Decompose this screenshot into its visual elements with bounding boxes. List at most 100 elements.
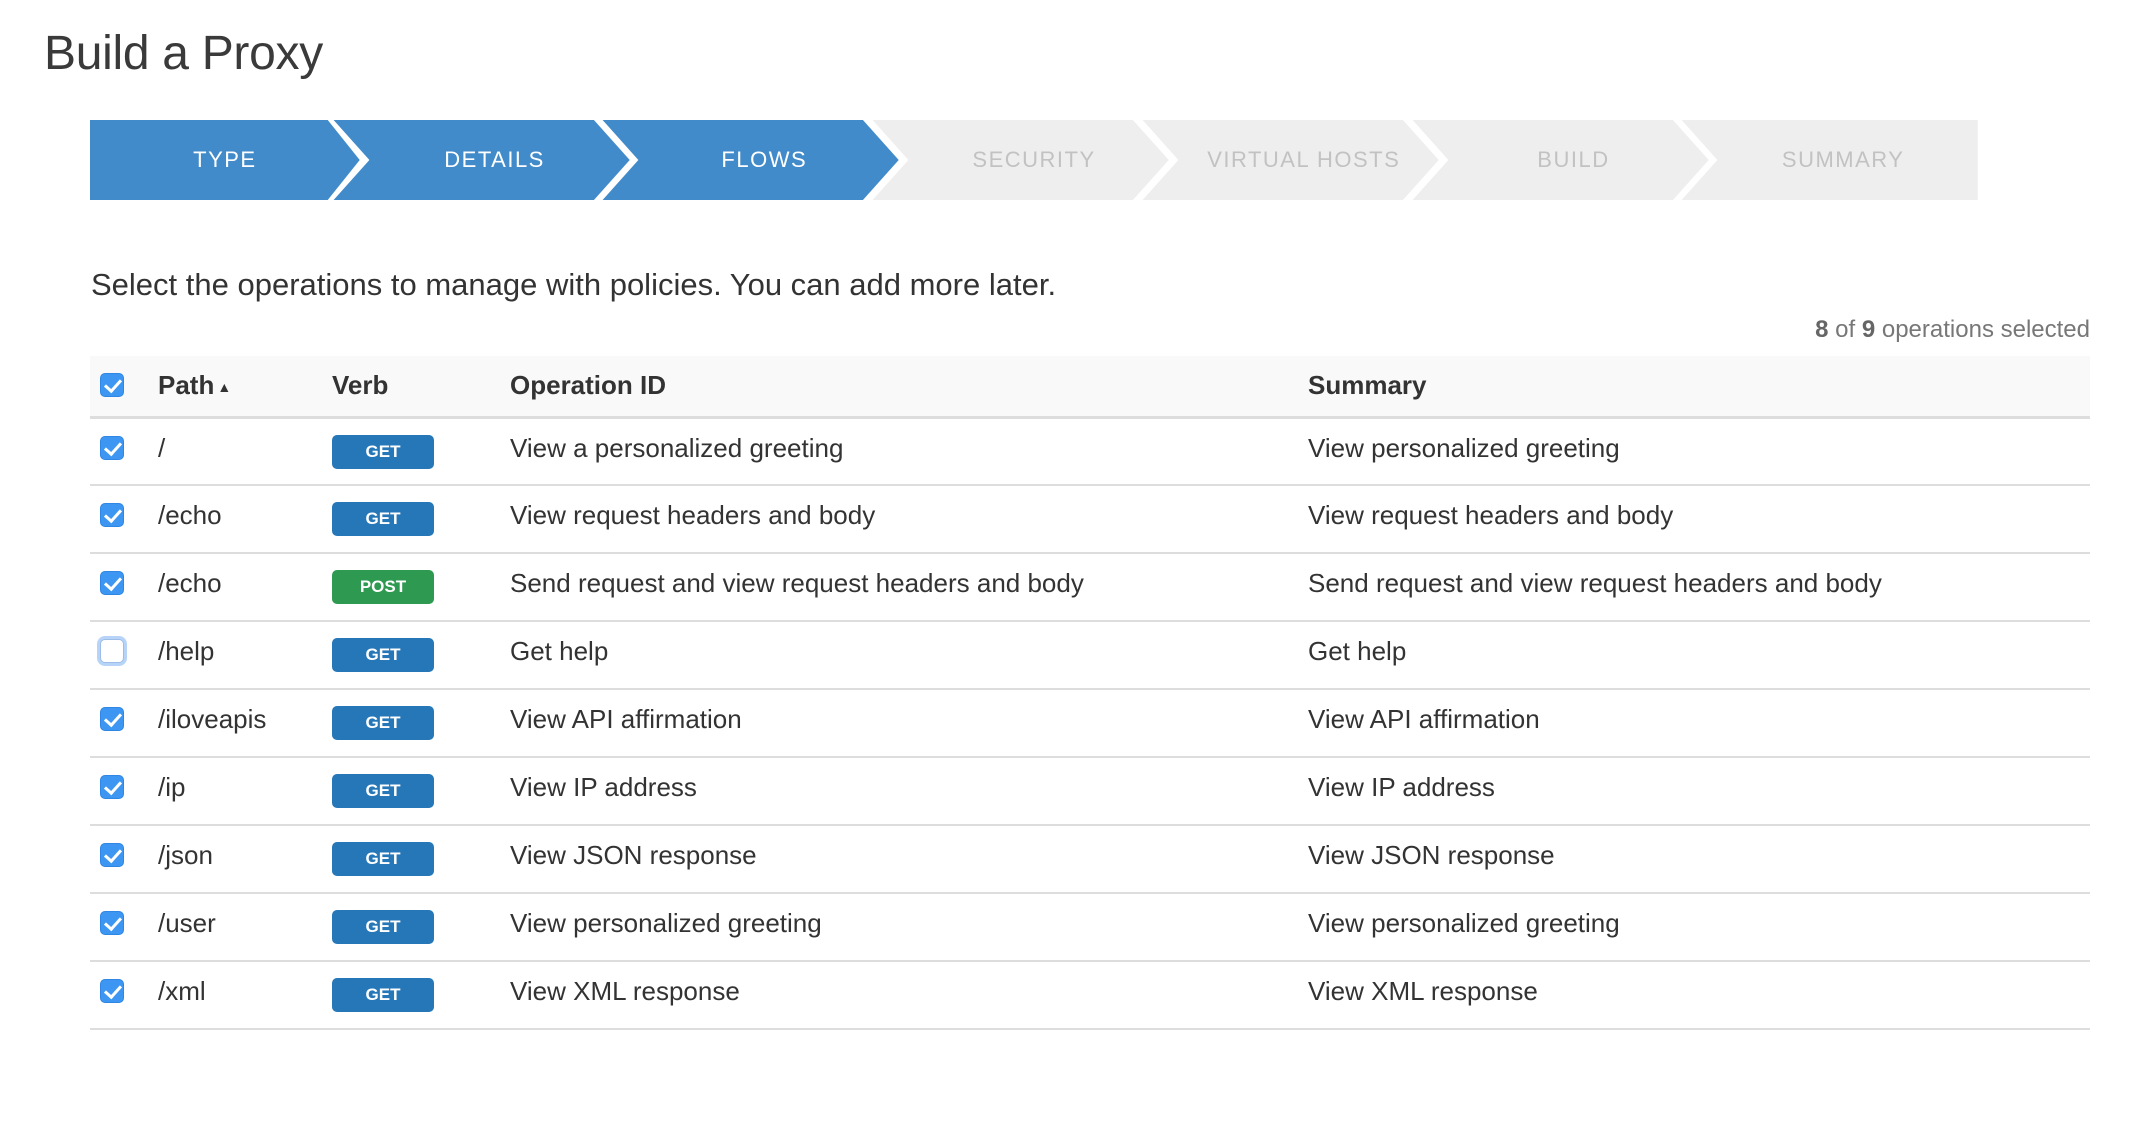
row-select-cell <box>90 621 158 690</box>
row-verb-cell: GET <box>332 621 510 690</box>
row-select-cell <box>90 961 158 1030</box>
row-verb-cell: GET <box>332 961 510 1030</box>
row-summary: View request headers and body <box>1308 485 2090 554</box>
row-checkbox[interactable] <box>100 979 124 1003</box>
row-operation-id: View IP address <box>510 757 1308 826</box>
row-select-cell <box>90 417 158 486</box>
row-verb-cell: GET <box>332 893 510 962</box>
wizard-step-security[interactable]: SECURITY <box>867 120 1169 200</box>
row-checkbox[interactable] <box>100 775 124 799</box>
row-path: /help <box>158 621 332 690</box>
row-select-cell <box>90 757 158 826</box>
operations-table: Path ▲ Verb Operation ID Summary / GET View… <box>90 356 2090 1030</box>
row-operation-id: View JSON response <box>510 825 1308 894</box>
table-row[interactable]: /user GET View personalized greeting View p… <box>90 893 2090 962</box>
table-row[interactable]: / GET View a personalized greeting View per… <box>90 417 2090 486</box>
column-header-operation-id[interactable]: Operation ID <box>510 356 1308 419</box>
row-select-cell <box>90 825 158 894</box>
row-path: /iloveapis <box>158 689 332 758</box>
row-checkbox[interactable] <box>100 639 124 663</box>
row-operation-id: View personalized greeting <box>510 893 1308 962</box>
row-path: /ip <box>158 757 332 826</box>
row-verb-cell: POST <box>332 553 510 622</box>
verb-badge: GET <box>332 774 434 808</box>
row-summary: View XML response <box>1308 961 2090 1030</box>
row-operation-id: View request headers and body <box>510 485 1308 554</box>
table-header-row: Path ▲ Verb Operation ID Summary <box>90 356 2090 419</box>
row-summary: Send request and view request headers an… <box>1308 553 2090 622</box>
table-row[interactable]: /xml GET View XML response View XML respons… <box>90 961 2090 1030</box>
column-header-summary[interactable]: Summary <box>1308 356 2090 419</box>
wizard-step-label: DETAILS <box>444 147 545 172</box>
select-all-checkbox[interactable] <box>100 373 124 398</box>
row-path: / <box>158 417 332 486</box>
column-header-verb[interactable]: Verb <box>332 356 510 419</box>
wizard-step-virtual-hosts[interactable]: VIRTUAL HOSTS <box>1137 120 1439 200</box>
row-verb-cell: GET <box>332 825 510 894</box>
selected-count: 8 <box>1815 316 1829 343</box>
verb-badge: GET <box>332 842 434 876</box>
counter-suffix: operations selected <box>1881 316 2090 343</box>
row-checkbox[interactable] <box>100 435 124 460</box>
row-checkbox[interactable] <box>100 911 124 935</box>
row-verb-cell: GET <box>332 485 510 554</box>
total-count: 9 <box>1861 316 1876 343</box>
wizard-step-build[interactable]: BUILD <box>1407 120 1709 200</box>
row-select-cell <box>90 689 158 758</box>
row-checkbox[interactable] <box>100 707 124 731</box>
wizard-step-label: SECURITY <box>972 147 1096 172</box>
wizard-step-label: BUILD <box>1537 147 1610 172</box>
row-path: /json <box>158 825 332 894</box>
row-path: /echo <box>158 553 332 622</box>
row-summary: View JSON response <box>1308 825 2090 894</box>
row-operation-id: View XML response <box>510 961 1308 1030</box>
table-row[interactable]: /json GET View JSON response View JSON resp… <box>90 825 2090 894</box>
verb-badge: GET <box>332 502 434 536</box>
table-row[interactable]: /ip GET View IP address View IP address <box>90 757 2090 826</box>
verb-badge: GET <box>332 434 434 469</box>
row-summary: View personalized greeting <box>1308 417 2090 486</box>
row-checkbox[interactable] <box>100 571 124 595</box>
row-operation-id: View API affirmation <box>510 689 1308 758</box>
wizard-step-type[interactable]: TYPE <box>90 120 360 200</box>
row-checkbox[interactable] <box>100 503 124 527</box>
counter-of-text: of <box>1835 316 1856 343</box>
wizard-breadcrumb: TYPE DETAILS FLOWS SECURITY VIRTUAL HOST… <box>90 120 1979 200</box>
wizard-step-details[interactable]: DETAILS <box>328 120 630 200</box>
row-checkbox[interactable] <box>100 843 124 867</box>
wizard-step-label: TYPE <box>193 147 257 172</box>
row-path: /echo <box>158 485 332 554</box>
row-path: /user <box>158 893 332 962</box>
table-row[interactable]: /help GET Get help Get help <box>90 621 2090 690</box>
column-header-path-label: Path <box>158 370 215 401</box>
operations-table-body: / GET View a personalized greeting View per… <box>90 417 2090 1030</box>
verb-badge: GET <box>332 638 434 672</box>
row-select-cell <box>90 553 158 622</box>
selection-counter: 8 of 9 operations selected <box>1815 316 2090 344</box>
table-row[interactable]: /echo GET View request headers and body Vie… <box>90 485 2090 554</box>
wizard-step-label: SUMMARY <box>1781 147 1905 172</box>
sort-ascending-icon: ▲ <box>217 379 232 396</box>
verb-badge: POST <box>332 570 434 604</box>
column-header-path[interactable]: Path ▲ <box>158 356 332 419</box>
verb-badge: GET <box>332 706 434 740</box>
row-summary: Get help <box>1308 621 2090 690</box>
row-verb-cell: GET <box>332 689 510 758</box>
header-select-cell <box>90 356 158 419</box>
row-summary: View IP address <box>1308 757 2090 826</box>
verb-badge: GET <box>332 910 434 944</box>
page-title: Build a Proxy <box>44 27 323 80</box>
row-summary: View personalized greeting <box>1308 893 2090 962</box>
wizard-step-label: VIRTUAL HOSTS <box>1207 147 1401 172</box>
table-row[interactable]: /echo POST Send request and view request h… <box>90 553 2090 622</box>
row-operation-id: Get help <box>510 621 1308 690</box>
row-verb-cell: GET <box>332 757 510 826</box>
table-row[interactable]: /iloveapis GET View API affirmation View AP… <box>90 689 2090 758</box>
wizard-step-summary[interactable]: SUMMARY <box>1676 120 1979 200</box>
row-summary: View API affirmation <box>1308 689 2090 758</box>
wizard-step-label: FLOWS <box>721 147 808 172</box>
wizard-step-flows[interactable]: FLOWS <box>597 120 900 200</box>
row-verb-cell: GET <box>332 417 510 486</box>
row-operation-id: Send request and view request headers an… <box>510 553 1308 622</box>
row-operation-id: View a personalized greeting <box>510 417 1308 486</box>
